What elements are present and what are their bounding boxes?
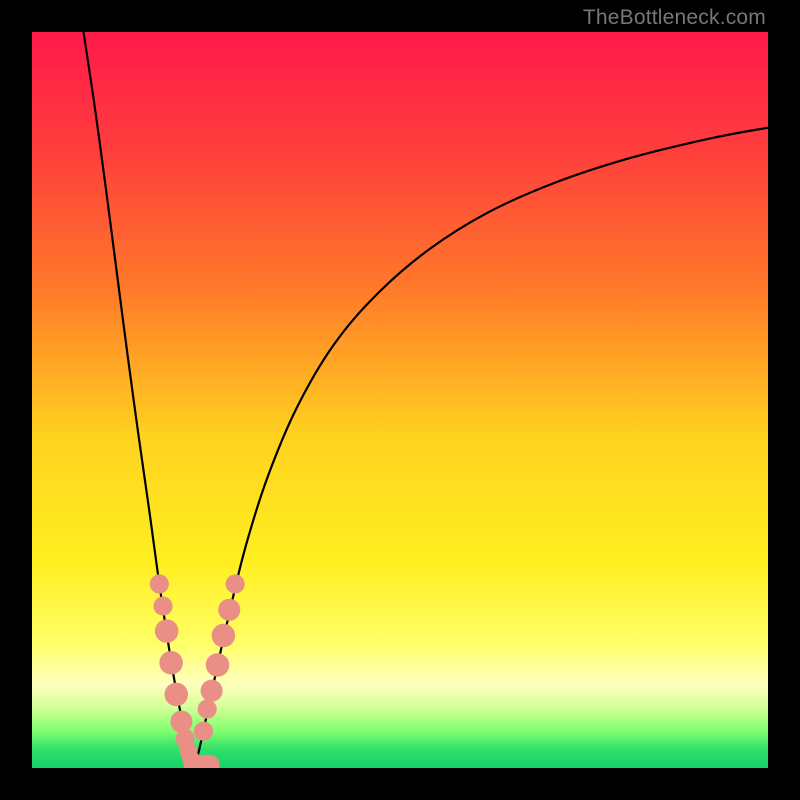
watermark-text: TheBottleneck.com [583,6,766,30]
marker-dot [150,574,169,593]
marker-dot [153,597,172,616]
marker-dot [218,599,240,621]
marker-dot [155,619,179,643]
curve-right-branch [194,128,768,768]
marker-dot [164,683,188,707]
marker-dot [226,574,245,593]
plot-area [32,32,768,768]
marker-dot [198,700,217,719]
scatter-markers [150,574,245,768]
chart-canvas [32,32,768,768]
marker-dot [206,653,230,677]
outer-frame: TheBottleneck.com [0,0,800,800]
marker-dot [159,651,183,675]
marker-dot [201,680,223,702]
marker-dot [194,722,213,741]
marker-dot [170,711,192,733]
marker-dot [212,624,236,648]
